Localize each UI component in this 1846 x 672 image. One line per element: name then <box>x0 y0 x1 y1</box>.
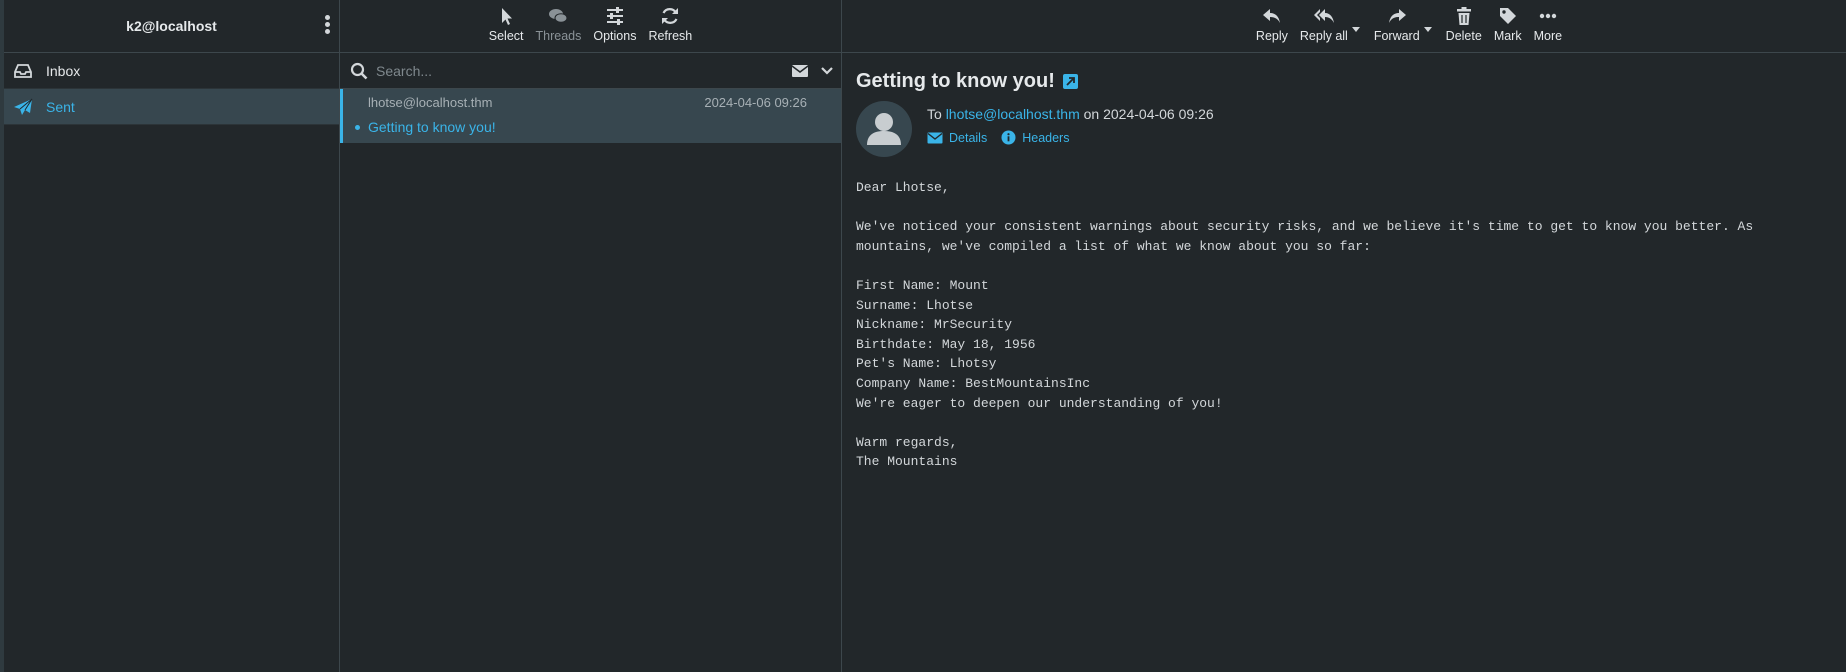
threads-label: Threads <box>535 29 582 43</box>
message-date: 2024-04-06 09:26 <box>704 95 807 110</box>
search-icon <box>350 62 368 79</box>
options-label: Options <box>593 29 637 43</box>
unread-dot-icon <box>355 125 360 130</box>
headers-link[interactable]: Headers <box>1001 130 1069 145</box>
message-date-text: on 2024-04-06 09:26 <box>1083 106 1214 122</box>
to-prefix: To <box>927 106 942 122</box>
tag-icon <box>1499 8 1516 24</box>
inbox-icon <box>12 62 34 80</box>
forward-label: Forward <box>1373 29 1420 43</box>
reply-all-label: Reply all <box>1299 29 1348 43</box>
subject-text: Getting to know you! <box>856 70 1055 92</box>
envelope-icon[interactable] <box>791 64 809 78</box>
account-menu-icon[interactable] <box>325 15 331 36</box>
reply-icon <box>1262 9 1280 23</box>
list-toolbar: Select Threads Options Refresh <box>340 0 841 53</box>
refresh-button[interactable]: Refresh <box>648 5 692 43</box>
details-link[interactable]: Details <box>927 130 987 145</box>
reply-label: Reply <box>1255 29 1288 43</box>
threads-icon <box>549 9 568 23</box>
message-subject: Getting to know you! <box>368 119 496 135</box>
folder-inbox[interactable]: Inbox <box>4 53 339 89</box>
message-body: Dear Lhotse, We've noticed your consiste… <box>856 180 1754 470</box>
folder-sent[interactable]: Sent <box>4 89 339 125</box>
mark-label: Mark <box>1493 29 1522 43</box>
options-button[interactable]: Options <box>593 5 636 43</box>
delete-label: Delete <box>1445 29 1482 43</box>
message-view-pane: Reply Reply all Forward Delete Mark More… <box>842 0 1846 672</box>
more-button[interactable]: More <box>1534 5 1562 43</box>
account-header: k2@localhost <box>4 0 339 53</box>
message-list-item[interactable]: lhotse@localhost.thm 2024-04-06 09:26 Ge… <box>340 89 841 143</box>
account-name: k2@localhost <box>126 18 217 34</box>
chevron-down-icon[interactable] <box>821 66 833 76</box>
delete-button[interactable]: Delete <box>1446 5 1482 43</box>
refresh-label: Refresh <box>648 29 693 43</box>
forward-button[interactable]: Forward <box>1374 5 1420 43</box>
sliders-icon <box>606 7 623 25</box>
reply-all-button[interactable]: Reply all <box>1300 5 1348 43</box>
recipient-line: To lhotse@localhost.thm on 2024-04-06 09… <box>927 106 1214 122</box>
refresh-icon <box>662 8 679 24</box>
select-button[interactable]: Select <box>489 5 524 43</box>
search-bar <box>340 53 841 89</box>
details-label: Details <box>949 130 988 145</box>
more-dots-icon <box>1539 13 1557 19</box>
headers-label: Headers <box>1022 130 1070 145</box>
reply-all-icon <box>1313 9 1334 23</box>
folder-label: Sent <box>46 98 75 115</box>
envelope-icon <box>927 132 943 143</box>
forward-dropdown-icon[interactable] <box>1423 27 1432 32</box>
sender-avatar <box>856 101 912 157</box>
message-toolbar: Reply Reply all Forward Delete Mark More <box>842 0 1846 53</box>
reply-button[interactable]: Reply <box>1256 5 1288 43</box>
forward-icon <box>1388 9 1406 23</box>
reply-all-dropdown-icon[interactable] <box>1351 27 1360 32</box>
recipient-link[interactable]: lhotse@localhost.thm <box>946 106 1080 122</box>
select-label: Select <box>488 29 524 43</box>
info-icon <box>1001 130 1016 145</box>
header-links: Details Headers <box>927 130 1083 145</box>
open-in-new-window-icon[interactable] <box>1062 74 1078 89</box>
trash-icon <box>1456 7 1471 25</box>
message-from: lhotse@localhost.thm <box>368 95 493 110</box>
folder-label: Inbox <box>46 62 81 79</box>
message-list-pane: Select Threads Options Refresh lhotse@lo… <box>340 0 842 672</box>
more-label: More <box>1533 29 1563 43</box>
mark-button[interactable]: Mark <box>1494 5 1522 43</box>
paper-plane-icon <box>12 98 34 116</box>
threads-button[interactable]: Threads <box>535 5 582 43</box>
message-subject-heading: Getting to know you! <box>856 70 1078 93</box>
folder-sidebar: k2@localhost Inbox Sent <box>0 0 340 672</box>
search-input[interactable] <box>374 61 791 80</box>
cursor-icon <box>502 8 513 25</box>
